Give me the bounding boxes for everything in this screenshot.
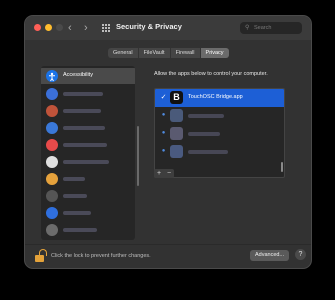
redacted-label xyxy=(63,160,109,164)
security-privacy-window: ‹ › Security & Privacy ⚲ Search General … xyxy=(25,16,311,268)
sidebar-item-camera[interactable] xyxy=(41,188,135,204)
sidebar-item-folder[interactable] xyxy=(41,120,135,136)
add-remove-control: + − xyxy=(154,169,174,178)
photos-icon xyxy=(46,173,58,185)
app-row-touchosc-bridge[interactable]: ✓ B TouchOSC Bridge.app xyxy=(155,89,284,107)
add-app-button[interactable]: + xyxy=(154,169,164,178)
category-list-scrollbar[interactable] xyxy=(137,126,139,186)
reminders-icon xyxy=(46,156,58,168)
app-icon xyxy=(170,109,183,122)
sidebar-item-microphone[interactable] xyxy=(41,222,135,238)
sidebar-item-accessibility[interactable]: Accessibility xyxy=(41,68,135,84)
redacted-label xyxy=(63,143,107,147)
panel-instruction: Allow the apps below to control your com… xyxy=(154,71,268,77)
accessibility-icon xyxy=(46,70,58,82)
lock-icon[interactable] xyxy=(35,249,47,262)
tab-firewall[interactable]: Firewall xyxy=(171,48,201,58)
back-button[interactable]: ‹ xyxy=(68,21,72,35)
redacted-label xyxy=(63,92,103,96)
location-icon xyxy=(46,88,58,100)
camera-icon xyxy=(46,190,58,202)
redacted-label xyxy=(63,194,87,198)
remove-app-button[interactable]: − xyxy=(164,169,174,178)
tab-general[interactable]: General xyxy=(108,48,139,58)
touchosc-bridge-app-icon: B xyxy=(170,91,183,104)
app-row[interactable]: ● xyxy=(155,143,284,161)
privacy-category-list[interactable]: Accessibility xyxy=(41,66,135,240)
footer-divider xyxy=(25,244,311,245)
help-button[interactable]: ? xyxy=(295,249,306,260)
title-bar: ‹ › Security & Privacy ⚲ Search xyxy=(25,16,311,40)
app-list-scrollbar[interactable] xyxy=(281,162,283,172)
sidebar-item-bluetooth[interactable] xyxy=(41,205,135,221)
redacted-label xyxy=(188,114,224,118)
redacted-label xyxy=(63,211,91,215)
sidebar-item-reminders[interactable] xyxy=(41,154,135,170)
app-icon xyxy=(170,145,183,158)
sidebar-item-calendar[interactable] xyxy=(41,137,135,153)
tab-filevault[interactable]: FileVault xyxy=(139,48,171,58)
folder-icon xyxy=(46,122,58,134)
app-label: TouchOSC Bridge.app xyxy=(188,94,243,100)
contacts-icon xyxy=(46,105,58,117)
window-title: Security & Privacy xyxy=(116,22,182,31)
app-list[interactable]: ✓ B TouchOSC Bridge.app ● ● ● xyxy=(154,88,285,178)
redacted-label xyxy=(63,177,85,181)
forward-button[interactable]: › xyxy=(84,21,88,35)
sidebar-item-contacts[interactable] xyxy=(41,103,135,119)
app-row[interactable]: ● xyxy=(155,125,284,143)
bluetooth-icon xyxy=(46,207,58,219)
zoom-window-button[interactable] xyxy=(56,24,63,31)
redacted-label xyxy=(63,228,97,232)
app-checkbox[interactable]: ● xyxy=(160,112,167,119)
lock-message: Click the lock to prevent further change… xyxy=(51,253,151,259)
advanced-button[interactable]: Advanced... xyxy=(250,250,289,261)
redacted-label xyxy=(188,132,220,136)
search-field[interactable]: ⚲ Search xyxy=(240,22,302,34)
search-placeholder: Search xyxy=(254,25,272,31)
close-window-button[interactable] xyxy=(34,24,41,31)
search-icon: ⚲ xyxy=(245,25,250,31)
app-checkbox[interactable]: ✓ xyxy=(160,94,167,101)
sidebar-item-location[interactable] xyxy=(41,86,135,102)
microphone-icon xyxy=(46,224,58,236)
sidebar-item-label: Accessibility xyxy=(63,72,93,78)
app-checkbox[interactable]: ● xyxy=(160,148,167,155)
redacted-label xyxy=(63,126,105,130)
show-all-grid-icon[interactable] xyxy=(102,24,111,32)
sidebar-item-photos[interactable] xyxy=(41,171,135,187)
tab-privacy[interactable]: Privacy xyxy=(200,48,229,58)
redacted-label xyxy=(63,109,101,113)
calendar-icon xyxy=(46,139,58,151)
minimize-window-button[interactable] xyxy=(45,24,52,31)
tab-bar: General FileVault Firewall Privacy xyxy=(108,48,229,58)
app-icon xyxy=(170,127,183,140)
redacted-label xyxy=(188,150,228,154)
app-row[interactable]: ● xyxy=(155,107,284,125)
app-checkbox[interactable]: ● xyxy=(160,130,167,137)
